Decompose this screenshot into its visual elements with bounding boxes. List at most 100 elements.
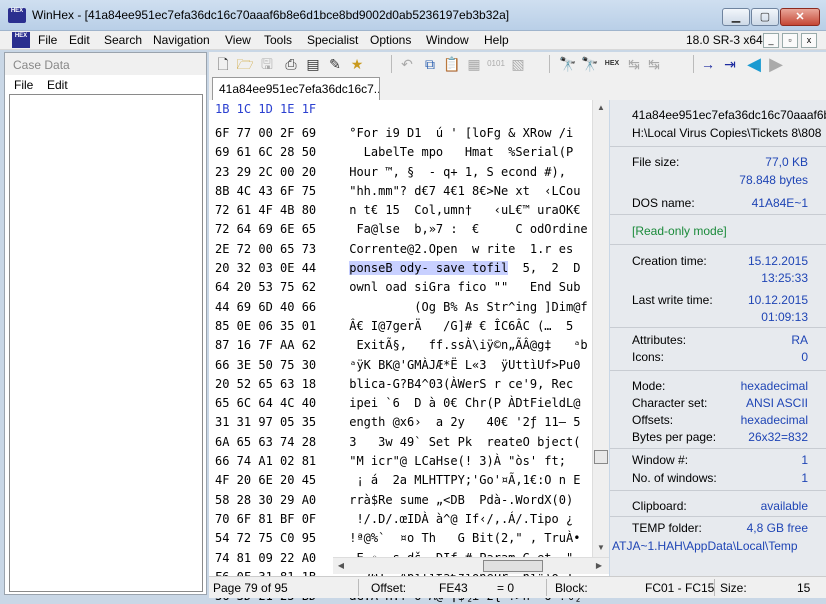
vertical-scrollbar[interactable]: ▲ ▼ <box>592 100 609 557</box>
replace-icon[interactable]: ↹ <box>625 55 643 73</box>
menu-file[interactable]: File <box>38 33 57 47</box>
hex-bytes-column[interactable]: 6F 77 00 2F 69 69 61 6C 28 50 23 29 2C 00 … <box>215 124 316 604</box>
menu-options[interactable]: Options <box>370 33 411 47</box>
case-menu-edit[interactable]: Edit <box>47 78 68 92</box>
fill-icon[interactable]: ▧ <box>509 55 527 73</box>
hex-row[interactable]: 31 31 97 05 35 <box>215 413 316 432</box>
hex-row[interactable]: 69 61 6C 28 50 <box>215 143 316 162</box>
find-hex-icon[interactable]: 🔭 <box>581 55 599 73</box>
print-icon[interactable]: ⎙ <box>282 55 300 73</box>
ascii-row[interactable]: n t€ 15 Col,umn† ‹uL€™ uraOK€ <box>342 201 588 220</box>
hex-editor-view[interactable]: 1B 1C 1D 1E 1F 6F 77 00 2F 69 69 61 6C 28… <box>209 100 609 603</box>
minimize-button[interactable]: ▁ <box>722 8 750 26</box>
paste-icon[interactable]: 📋 <box>443 55 461 73</box>
scrollbar-thumb[interactable] <box>594 450 608 464</box>
ascii-row[interactable]: ᵃÿK BK@'GMÀJÆ*Ë L«3 ÿUttìUf>Pu0 <box>342 356 588 375</box>
properties-icon[interactable]: ▤ <box>304 55 322 73</box>
selected-block[interactable]: ponseB ody- save tofil <box>349 261 509 276</box>
copy-icon[interactable]: ⧉ <box>421 55 439 73</box>
clipboard-icon[interactable]: ▦ <box>465 55 483 73</box>
scroll-up-icon[interactable]: ▲ <box>593 100 609 116</box>
goto-sector-icon[interactable]: ⇥ <box>721 55 739 73</box>
save-icon[interactable]: 🖫 <box>258 55 276 73</box>
menu-edit[interactable]: Edit <box>69 33 90 47</box>
hex-row[interactable]: 85 0E 06 35 01 <box>215 317 316 336</box>
hscroll-thumb[interactable] <box>483 560 543 572</box>
forward-arrow-icon[interactable]: ▶ <box>767 55 785 73</box>
ascii-row[interactable]: "M icr"@ LCaHse(! 3)À "òs' ft; <box>342 452 588 471</box>
hex-row[interactable]: 20 32 03 0E 44 <box>215 259 316 278</box>
hex-row[interactable]: 64 20 53 75 62 <box>215 278 316 297</box>
ascii-row[interactable]: ength @x6› a 2y 40€ '2ƒ 11— 5 <box>342 413 588 432</box>
ascii-row[interactable]: blica-G?B4^03(ÀWerS r ce'9, Rec <box>342 375 588 394</box>
menu-search[interactable]: Search <box>104 33 142 47</box>
child-close-icon[interactable]: x <box>801 33 817 48</box>
tab-file[interactable]: 41a84ee951ec7efa36dc16c7... <box>212 77 380 100</box>
menu-navigation[interactable]: Navigation <box>153 33 210 47</box>
ascii-row[interactable]: ¡ á 2a MLHTTPY;'Go'¤Ã,1€:O n E <box>342 471 588 490</box>
scroll-left-icon[interactable]: ◀ <box>333 558 349 574</box>
ascii-row[interactable]: (Og B% As Str^ing ]Dim@f <box>342 298 587 317</box>
goto-offset-icon[interactable]: → <box>699 55 717 73</box>
hex-row[interactable]: 44 69 6D 40 66 <box>215 298 316 317</box>
hex-row[interactable]: 74 81 09 22 A0 <box>215 549 316 568</box>
hex-row[interactable]: 20 52 65 63 18 <box>215 375 316 394</box>
ascii-text-column[interactable]: °For i9 D1 ú ' [loFg & XRow /i LabelTe m… <box>342 124 588 604</box>
ascii-row[interactable]: °For i9 D1 ú ' [loFg & XRow /i <box>342 124 588 143</box>
scroll-right-icon[interactable]: ▶ <box>591 558 607 574</box>
winhex-app-icon[interactable]: HEX <box>8 8 26 23</box>
hex-search-icon[interactable]: HEX <box>603 55 621 73</box>
horizontal-scrollbar[interactable]: ◀ ▶ <box>333 557 609 574</box>
case-tree[interactable] <box>9 94 203 592</box>
child-restore-icon[interactable]: ▫ <box>782 33 798 48</box>
hex-row[interactable]: 65 6C 64 4C 40 <box>215 394 316 413</box>
hex-row[interactable]: 54 72 75 C0 95 <box>215 529 316 548</box>
ascii-row[interactable]: LabelTe mpo Hmat %Serial(P <box>342 143 588 162</box>
menu-help[interactable]: Help <box>484 33 509 47</box>
hex-row[interactable]: 6F 77 00 2F 69 <box>215 124 316 143</box>
ascii-row[interactable]: Corrente@2.Open w rite 1.r es <box>342 240 588 259</box>
menu-tools[interactable]: Tools <box>264 33 292 47</box>
ascii-row[interactable]: !ª@%` ¤o Th G Bit(2," , TruÀ• <box>342 529 588 548</box>
ascii-row[interactable]: ExitÃ§, ff.ssÀ\iÿ©n„ÃÂ@g‡ ᵃb <box>342 336 587 355</box>
find-text-icon[interactable]: 🔭 <box>559 55 577 73</box>
hex-row[interactable]: 8B 4C 43 6F 75 <box>215 182 316 201</box>
ascii-row[interactable]: 3 3w 49` Set Pk reateO bject( <box>342 433 588 452</box>
close-button[interactable]: ✕ <box>780 8 820 26</box>
child-minimize-icon[interactable]: _ <box>763 33 779 48</box>
binary-icon[interactable]: 0101 <box>487 55 505 73</box>
hex-row[interactable]: 58 28 30 29 A0 <box>215 491 316 510</box>
menu-window[interactable]: Window <box>426 33 469 47</box>
open-folder-icon[interactable]: 🗁 <box>236 55 254 73</box>
hex-row[interactable]: 72 64 69 6E 65 <box>215 220 316 239</box>
replace-hex-icon[interactable]: ↹ <box>645 55 663 73</box>
menu-view[interactable]: View <box>225 33 251 47</box>
hex-row[interactable]: 72 61 4F 4B 80 <box>215 201 316 220</box>
document-icon[interactable]: HEX <box>12 32 30 48</box>
ascii-row[interactable]: Â€ I@7gerÄ /G]# € ÎC6ÂC (… 5 <box>342 317 588 336</box>
ascii-row[interactable]: Hour ™, § - q+ 1, S econd #), <box>342 163 588 182</box>
ascii-row[interactable]: rrà$Re sume „<DB Pdà-.WordX(0) <box>342 491 588 510</box>
menu-specialist[interactable]: Specialist <box>307 33 358 47</box>
hex-row[interactable]: 70 6F 81 BF 0F <box>215 510 316 529</box>
hex-row[interactable]: 6A 65 63 74 28 <box>215 433 316 452</box>
back-arrow-icon[interactable]: ◀ <box>745 55 763 73</box>
hex-row[interactable]: 2E 72 00 65 73 <box>215 240 316 259</box>
ascii-row[interactable]: ownl oad siGra fico "" End Sub <box>342 278 588 297</box>
ascii-row[interactable]: Fa@lse b,»7 : € C odOrdine <box>342 220 587 239</box>
undo-icon[interactable]: ↶ <box>398 55 416 73</box>
hex-row[interactable]: 87 16 7F AA 62 <box>215 336 316 355</box>
scroll-down-icon[interactable]: ▼ <box>593 540 609 556</box>
ascii-row[interactable]: ponseB ody- save tofil 5, 2 D <box>342 259 588 278</box>
hex-row[interactable]: 66 3E 50 75 30 <box>215 356 316 375</box>
hex-row[interactable]: 4F 20 6E 20 45 <box>215 471 316 490</box>
hex-row[interactable]: 23 29 2C 00 20 <box>215 163 316 182</box>
folder-star-icon[interactable]: ★ <box>348 55 366 73</box>
ascii-row[interactable]: !/.D/.œIDÀ à^@ If‹/,.Á/.Tipo ¿ <box>342 510 588 529</box>
edit-icon[interactable]: ✎ <box>326 55 344 73</box>
maximize-button[interactable]: ▢ <box>751 8 779 26</box>
ascii-row[interactable]: ipei `6 D à 0€ Chr(P ÀDtFieldL@ <box>342 394 588 413</box>
case-menu-file[interactable]: File <box>14 78 33 92</box>
ascii-row[interactable]: "hh.mm"? d€7 4€1 8€>Ne xt ‹LCou <box>342 182 588 201</box>
new-file-icon[interactable]: 🗋 <box>214 55 232 73</box>
